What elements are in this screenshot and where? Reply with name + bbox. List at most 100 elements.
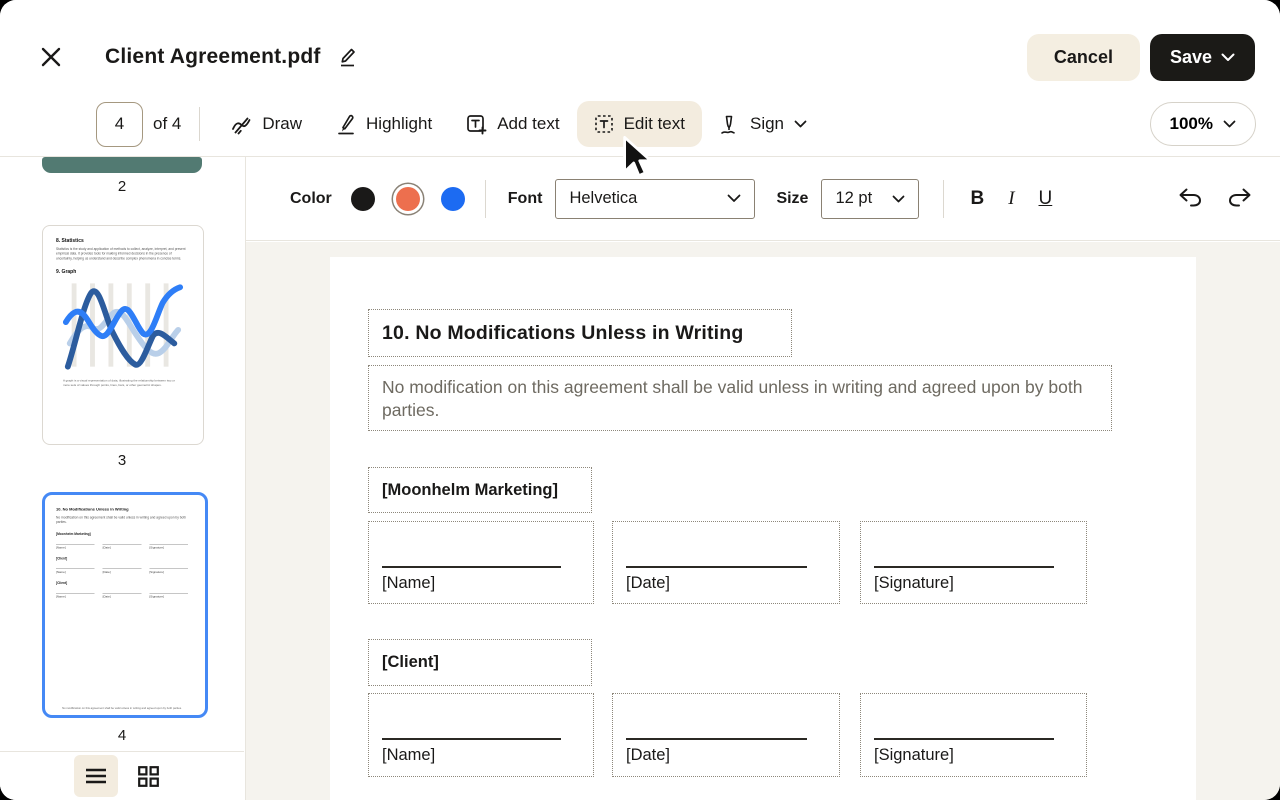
page-4-number: 4 [117,727,127,744]
chevron-down-icon [1223,120,1236,128]
thumbnail-scroll-area[interactable]: 2 8. Statistics Statistics is the study … [0,157,244,751]
mini-line-chart [62,283,184,370]
highlight-tool-button[interactable]: Highlight [319,101,449,147]
editable-paragraph-box[interactable]: No modification on this agreement shall … [368,365,1112,431]
redo-icon [1228,188,1251,206]
header: Client Agreement.pdf Cancel Save of 4 [0,0,1280,157]
draw-tool-label: Draw [262,114,303,133]
sign-tool-button[interactable]: Sign [702,101,824,147]
title-row: Client Agreement.pdf Cancel Save [38,33,1255,81]
document-title: Client Agreement.pdf [105,45,321,68]
color-swatch-orange-selected[interactable] [395,186,420,211]
editable-heading-box[interactable]: 10. No Modifications Unless in Writing [368,309,792,357]
section-paragraph: No modification on this agreement shall … [382,377,1083,421]
italic-button[interactable]: I [1002,186,1020,212]
editable-party-box[interactable]: [Moonhelm Marketing] [368,467,592,513]
rename-button[interactable] [337,46,357,68]
underline-button[interactable]: U [1033,186,1059,212]
mini-body-statistics: Statistics is the study and application … [56,247,186,261]
mini-caption-graph: A graph is a visual representation of da… [63,379,175,388]
mini-field-label: [Date] [102,595,111,599]
size-label: Size [776,189,809,207]
page-2-number: 2 [117,178,127,195]
draw-tool-button[interactable]: Draw [214,101,319,147]
format-divider [943,179,945,218]
edit-text-icon [594,115,613,133]
editable-party-box[interactable]: [Client] [368,639,592,686]
page-2-thumbnail-partial[interactable] [42,157,202,173]
mini-heading-graph: 9. Graph [56,269,77,275]
mini-field-label: [Name] [56,570,66,574]
add-text-tool-button[interactable]: Add text [449,101,576,147]
zoom-level-button[interactable]: 100% [1149,102,1256,146]
page-3-number: 3 [117,452,127,469]
sign-tool-label: Sign [749,114,785,133]
document-canvas[interactable]: 10. No Modifications Unless in Writing N… [246,242,1280,800]
chevron-down-icon [794,120,807,128]
editable-field-box-signature[interactable]: [Signature] [860,521,1087,604]
toolbar-divider [199,107,201,141]
signature-line [626,566,807,568]
add-text-tool-label: Add text [497,114,560,133]
save-button[interactable]: Save [1149,33,1255,81]
pdf-page: 10. No Modifications Unless in Writing N… [330,257,1196,800]
undo-button[interactable] [1176,186,1205,212]
page-total-label: of 4 [153,114,182,133]
page-3-thumbnail[interactable]: 8. Statistics Statistics is the study an… [42,225,204,445]
mini-heading: 10. No Modifications Unless in Writing [56,507,129,512]
mini-field-label: [Name] [56,595,66,599]
party-name: [Client] [382,653,439,671]
bold-button[interactable]: B [964,186,990,212]
cancel-button[interactable]: Cancel [1026,33,1140,81]
redo-button[interactable] [1225,186,1254,212]
field-label: [Signature] [874,746,954,764]
pdf-editor-window: Client Agreement.pdf Cancel Save of 4 [0,0,1280,800]
chevron-down-icon [1221,53,1235,61]
mini-party: [Client] [56,556,68,561]
edit-text-tool-label: Edit text [623,114,685,133]
close-icon [41,47,61,67]
field-label: [Name] [382,574,436,592]
text-format-bar: Color Font Helvetica Size 12 pt B I U [246,157,1280,241]
font-select[interactable]: Helvetica [555,178,756,219]
page-number-input[interactable] [96,101,143,147]
editable-field-box-signature[interactable]: [Signature] [860,693,1087,777]
mini-heading-statistics: 8. Statistics [56,238,84,244]
size-select-value: 12 pt [835,189,873,207]
chevron-down-icon [728,194,741,202]
grid-view-icon [137,765,159,787]
signature-line [874,738,1054,740]
pen-nib-icon [721,115,735,134]
undo-redo-group [1176,186,1254,212]
mini-field-label: [Signature] [149,546,164,550]
color-swatch-black[interactable] [350,186,375,211]
undo-icon [1179,188,1202,206]
sidebar-footer [0,751,244,800]
edit-text-tool-button[interactable]: Edit text [576,101,702,147]
mini-party: [Moonhelm Marketing] [56,532,91,536]
mini-field-label: [Name] [56,546,66,550]
signature-line [382,566,562,568]
section-heading: 10. No Modifications Unless in Writing [382,321,744,344]
grid-view-button[interactable] [126,755,170,797]
field-label: [Signature] [874,574,954,592]
list-view-button[interactable] [74,755,118,797]
signature-line [874,566,1054,568]
party-name: [Moonhelm Marketing] [382,480,558,499]
close-button[interactable] [38,44,64,70]
save-button-label: Save [1169,46,1212,67]
color-label: Color [290,189,332,207]
main-area: Color Font Helvetica Size 12 pt B I U 10… [246,157,1280,800]
editable-field-box-name[interactable]: [Name] [368,521,594,604]
editable-field-box-date[interactable]: [Date] [612,693,840,777]
editable-field-box-date[interactable]: [Date] [612,521,840,604]
mini-field-label: [Signature] [149,570,164,574]
editable-field-box-name[interactable]: [Name] [368,693,594,777]
tool-row: of 4 Draw Highlight [96,101,1256,147]
zoom-level-value: 100% [1169,114,1213,133]
page-3-preview: 8. Statistics Statistics is the study an… [43,226,201,444]
size-select[interactable]: 12 pt [821,178,920,219]
field-label: [Date] [626,746,671,764]
page-4-thumbnail-selected[interactable]: 10. No Modifications Unless in Writing N… [42,492,208,718]
color-swatch-blue[interactable] [440,186,465,211]
